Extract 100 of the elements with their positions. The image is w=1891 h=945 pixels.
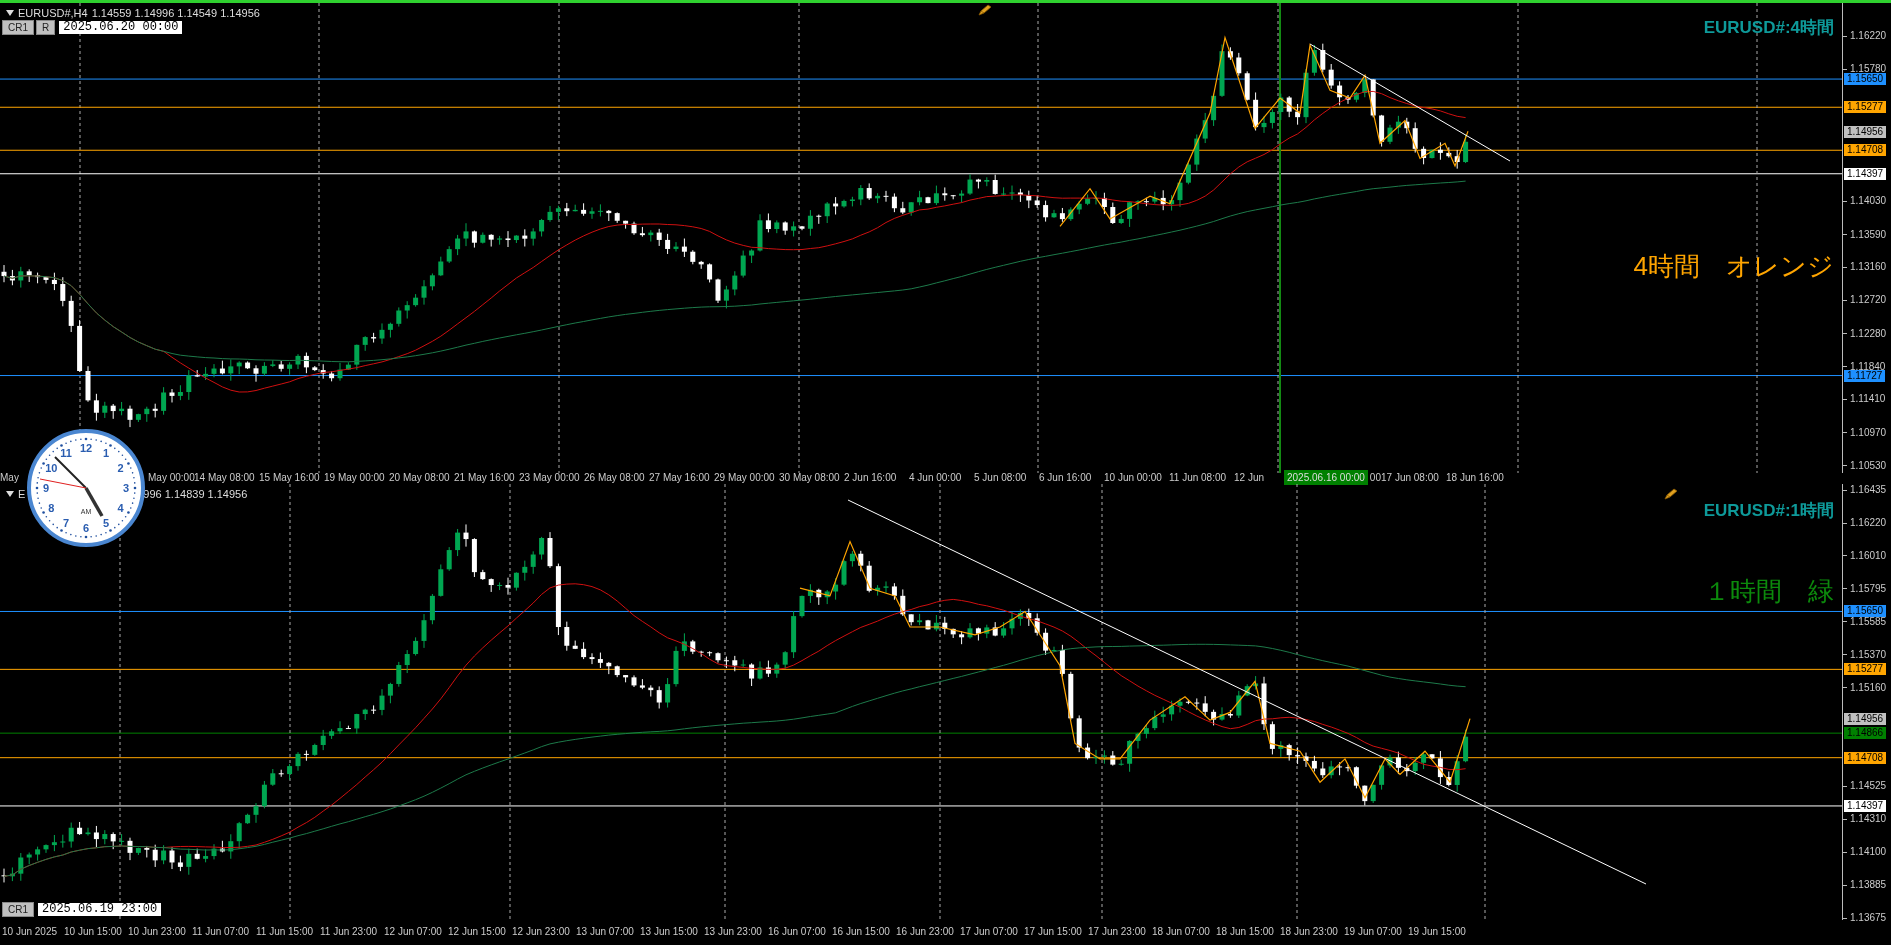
time-label: 13 Jun 07:00 [576,924,635,939]
time-label: 17 Jun 15:00 [1024,924,1083,939]
time-label: 19 May 00:00 [324,470,386,485]
time-label: 17 Jun 23:00 [1088,924,1147,939]
chart-button[interactable]: CR1 [2,20,34,35]
clock-numeral: 1 [102,447,110,460]
clock-numeral: 2 [117,462,124,474]
time-label: 11 Jun 08:00 [1169,470,1228,485]
time-label: 18 Jun 23:00 [1280,924,1339,939]
price-label: 1.15370 [1850,648,1887,661]
cursor-time-label: 2025.06.20 00:00 [59,21,183,34]
price-label: 1.14100 [1850,846,1887,859]
chart-note: 4時間 オレンジ [1633,250,1834,283]
time-label: 19 Jun 15:00 [1408,924,1467,939]
time-label: May 00:00 [148,470,194,485]
time-label: 10 Jun 23:00 [128,924,187,939]
time-label: 21 May 16:00 [454,470,516,485]
price-label: 1.15780 [1850,63,1887,75]
price-tag: 1.14956 [1844,125,1887,138]
time-label: 20 May 08:00 [389,470,451,485]
price-label: 1.14030 [1850,195,1887,208]
time-label: 12 Jun 23:00 [512,924,571,939]
clock-numeral: 12 [79,442,93,454]
price-label: 1.10970 [1850,426,1887,439]
time-label: 2 Jun 16:00 [844,470,898,485]
time-label: 5 Jun 08:00 [974,470,1028,485]
time-label: 29 May 00:00 [714,470,776,485]
chart-note: １時間 緑 [1704,575,1834,608]
price-tag: 1.14397 [1844,799,1887,812]
price-tag: 1.15277 [1844,101,1887,114]
price-label: 1.16010 [1850,549,1887,562]
clock-numeral: 11 [60,447,72,460]
price-label: 1.15160 [1850,681,1887,694]
price-tag: 1.14866 [1844,727,1887,740]
price-label: 1.14310 [1850,813,1887,826]
price-label: 1.15585 [1850,615,1887,628]
time-label: 4 Jun 00:00 [909,470,963,485]
clock-numeral: 7 [62,516,70,529]
time-label: 18 Jun 07:00 [1152,924,1211,939]
time-label: 10 Jun 00:00 [1104,470,1163,485]
time-label: 12 Jun 07:00 [384,924,443,939]
price-label: 1.13885 [1850,879,1887,892]
time-label: 6 Jun 16:00 [1039,470,1093,485]
clock-numeral: 8 [48,502,55,514]
time-label: 18 Jun 15:00 [1216,924,1275,939]
price-label: 1.12280 [1850,327,1887,340]
clock-numeral: 6 [82,522,90,534]
price-tag: 1.15650 [1844,73,1887,86]
time-label: 13 Jun 15:00 [640,924,699,939]
price-tag: 1.14708 [1844,751,1887,764]
price-label: 1.15795 [1850,582,1887,595]
price-label: 1.12720 [1850,294,1887,307]
price-tag: 1.15650 [1844,605,1887,618]
chart-button[interactable]: CR1 [2,902,34,917]
time-label: 11 Jun 07:00 [192,924,251,939]
time-label: 19 Jun 07:00 [1344,924,1403,939]
cursor-time-label: 2025.06.19 23:00 [38,903,162,916]
clock-numeral: 5 [102,516,110,529]
time-label: 12 Jun 15:00 [448,924,507,939]
symbol-label: E [18,487,26,502]
chart-title: EURUSD#:4時間 [1703,17,1834,39]
time-label: 16 Jun 15:00 [832,924,891,939]
price-label: 1.13675 [1850,912,1887,924]
time-label: 11 Jun 15:00 [256,924,315,939]
time-label: 15 May 16:00 [259,470,321,485]
price-label: 1.10530 [1850,460,1887,472]
price-label: 1.13160 [1850,261,1887,274]
time-label: 27 May 16:00 [649,470,711,485]
clock-numeral: 4 [117,502,124,514]
time-label: 30 May 08:00 [779,470,841,485]
chart-button[interactable]: R [36,20,56,35]
time-label: 10 Jun 15:00 [64,924,123,939]
clock-numeral: 3 [122,482,130,494]
price-tag: 1.15277 [1844,663,1887,676]
price-tag: 1.14397 [1844,167,1887,180]
time-marker-label: 2025.06.16 00:00 [1284,469,1368,485]
price-label: 1.11410 [1850,393,1886,406]
chart-title: EURUSD#:1時間 [1703,500,1834,522]
time-label: May [0,470,20,485]
price-tag: 1.11727 [1844,369,1886,382]
time-label: 00 [1369,470,1381,485]
time-label: 10 Jun 2025 [1,924,59,939]
price-tag: 1.14956 [1844,713,1887,726]
time-label: 17 Jun 08:00 [1381,470,1440,485]
clock-numeral: 10 [45,462,58,474]
price-label: 1.14525 [1850,780,1887,793]
price-label: 1.16435 [1850,484,1887,496]
price-label: 1.16220 [1850,30,1887,42]
price-label: 1.13590 [1850,228,1887,241]
time-label: 14 May 08:00 [194,470,256,485]
time-label: 16 Jun 07:00 [768,924,827,939]
quote-label: 996 1.14839 1.14956 [143,487,248,502]
symbol-label: EURUSD#,H4 [18,6,88,21]
time-label: 16 Jun 23:00 [896,924,955,939]
time-label: 26 May 08:00 [584,470,646,485]
time-label: 11 Jun 23:00 [320,924,379,939]
price-tag: 1.14708 [1844,144,1887,157]
time-label: 18 Jun 16:00 [1446,470,1505,485]
clock-numeral: 9 [42,482,50,494]
price-label: 1.11840 [1850,361,1886,372]
